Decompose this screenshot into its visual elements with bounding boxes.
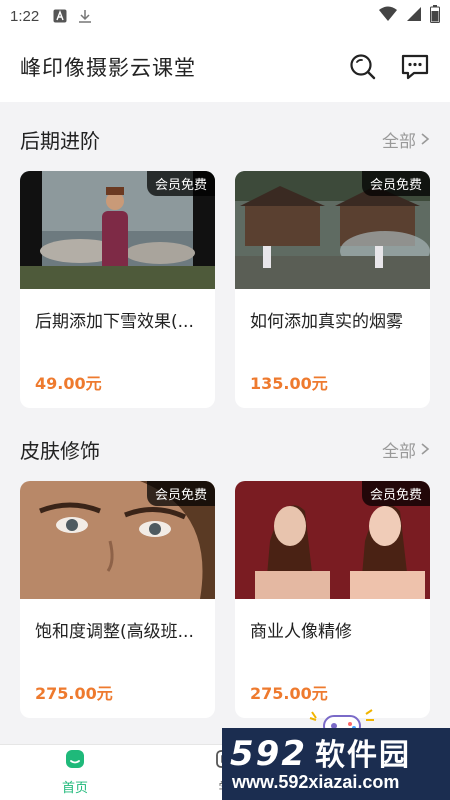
vip-free-badge: 会员免费 [361,481,430,506]
a-icon [53,9,67,23]
signal-icon [406,6,422,26]
section-title: 后期进阶 [20,128,100,153]
chevron-right-icon [421,443,430,455]
download-icon [77,8,93,24]
vip-free-badge: 会员免费 [146,171,215,196]
course-card[interactable]: 会员免费 后期添加下雪效果(... 49.00元 [20,171,215,408]
course-card[interactable]: 会员免费 如何添加真实的烟雾 135.00元 [235,171,430,408]
course-card[interactable]: 会员免费 商业人像精修 275.00元 [235,481,430,718]
app-header: 峰印像摄影云课堂 [0,32,450,102]
wifi-icon [378,6,398,26]
course-title: 如何添加真实的烟雾 [250,312,403,332]
section-skin-retouching: 皮肤修饰 全部 会员免费 饱和度调整(高级班... 275.00元 会员免费 商… [0,427,450,718]
course-price: 275.00元 [250,684,328,703]
watermark-number: 592 [230,734,307,774]
view-all-label: 全部 [382,441,416,462]
view-all-link[interactable]: 全部 [382,437,430,462]
watermark-url: www.592xiazai.com [232,772,400,792]
section-title: 皮肤修饰 [20,438,100,463]
status-bar: 1:22 [0,0,450,32]
home-icon [65,749,85,773]
view-all-label: 全部 [382,131,416,152]
vip-free-badge: 会员免费 [146,481,215,506]
course-price: 49.00元 [35,374,102,393]
nav-home[interactable]: 首页 [0,745,150,800]
app-title: 峰印像摄影云课堂 [20,56,196,80]
search-icon[interactable] [348,52,378,82]
course-title: 后期添加下雪效果(... [35,312,194,332]
status-time: 1:22 [10,7,40,25]
course-price: 135.00元 [250,374,328,393]
watermark-logo: 592 软件园 www.592xiazai.com [222,728,450,800]
course-price: 275.00元 [35,684,113,703]
message-icon[interactable] [400,52,430,82]
section-post-processing: 后期进阶 全部 会员免费 后期添加下雪效果(... 49.00元 会员免费 如何… [0,117,450,408]
course-title: 商业人像精修 [250,622,352,642]
view-all-link[interactable]: 全部 [382,127,430,152]
nav-home-label: 首页 [61,781,88,796]
battery-icon [430,5,440,27]
chevron-right-icon [421,133,430,145]
course-title: 饱和度调整(高级班... [35,622,194,642]
vip-free-badge: 会员免费 [361,171,430,196]
course-card[interactable]: 会员免费 饱和度调整(高级班... 275.00元 [20,481,215,718]
watermark-brand: 软件园 [314,738,411,773]
